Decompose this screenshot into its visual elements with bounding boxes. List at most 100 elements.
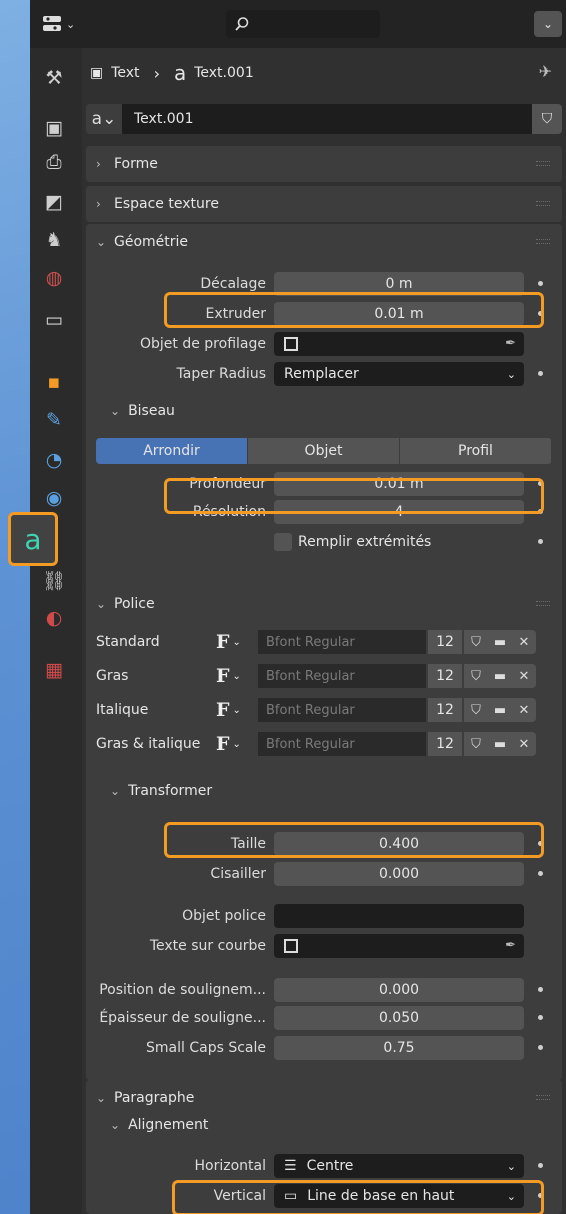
drag-handle-icon[interactable]	[536, 201, 550, 206]
texture-icon[interactable]: ▦	[40, 656, 68, 684]
scene-icon[interactable]: ♞	[40, 226, 68, 254]
extruder-field[interactable]: 0.01 m	[274, 302, 524, 326]
keyframe-dot-icon[interactable]	[538, 987, 543, 992]
shield-icon[interactable]: ⛉	[464, 732, 488, 756]
folder-icon[interactable]: ▬	[488, 732, 512, 756]
tool-icon[interactable]: ⚒	[40, 64, 68, 92]
profondeur-field[interactable]: 0.01 m	[274, 472, 524, 496]
font-name-field[interactable]: Bfont Regular	[258, 630, 426, 654]
keyframe-dot-icon[interactable]	[538, 371, 543, 376]
cisailler-field[interactable]: 0.000	[274, 862, 524, 886]
drag-handle-icon[interactable]	[536, 161, 550, 166]
folder-icon[interactable]: ▬	[488, 698, 512, 722]
pin-icon[interactable]: ✈	[539, 62, 552, 81]
keyframe-dot-icon[interactable]	[538, 841, 543, 846]
small-caps-field[interactable]: 0.75	[274, 1036, 524, 1060]
fake-user-button[interactable]: ⛉	[532, 104, 562, 134]
eyedropper-icon[interactable]: ✒	[505, 938, 516, 953]
font-name-field[interactable]: Bfont Regular	[258, 732, 426, 756]
search-input[interactable]	[226, 10, 380, 38]
mode-profil[interactable]: Profil	[400, 438, 552, 464]
subpanel-biseau[interactable]: ⌄ Biseau	[96, 396, 175, 426]
profil-object-field[interactable]: ✒	[274, 332, 524, 356]
font-browse-button[interactable]: F ⌄	[216, 630, 256, 654]
render-icon[interactable]: ▣	[40, 114, 68, 142]
mode-objet[interactable]: Objet	[248, 438, 400, 464]
font-browse-button[interactable]: F ⌄	[216, 664, 256, 688]
panel-header-espace[interactable]: › Espace texture	[86, 186, 562, 222]
resolution-field[interactable]: 4	[274, 500, 524, 524]
close-icon[interactable]: ✕	[512, 630, 536, 654]
font-name-field[interactable]: Bfont Regular	[258, 664, 426, 688]
keyframe-dot-icon[interactable]	[538, 1163, 543, 1168]
font-label: Italique	[96, 702, 149, 718]
font-name-field[interactable]: Bfont Regular	[258, 698, 426, 722]
shield-icon[interactable]: ⛉	[464, 698, 488, 722]
folder-icon[interactable]: ▬	[488, 664, 512, 688]
drag-handle-icon[interactable]	[536, 239, 550, 244]
drag-handle-icon[interactable]	[536, 601, 550, 606]
epaisseur-soulignement-field[interactable]: 0.050	[274, 1006, 524, 1030]
object-icon[interactable]: ▪	[40, 368, 68, 396]
panel-title: Forme	[114, 156, 158, 172]
subpanel-transformer[interactable]: ⌄ Transformer	[96, 776, 212, 806]
close-icon[interactable]: ✕	[512, 664, 536, 688]
particles-icon[interactable]: ◔	[40, 446, 68, 474]
font-browse-button[interactable]: F ⌄	[216, 732, 256, 756]
remplir-checkbox[interactable]	[274, 533, 292, 551]
position-soulignement-field[interactable]: 0.000	[274, 978, 524, 1002]
close-icon[interactable]: ✕	[512, 732, 536, 756]
keyframe-dot-icon[interactable]	[538, 311, 543, 316]
options-dropdown[interactable]: ⌄	[534, 11, 562, 37]
row-objet-police: Objet police	[86, 902, 562, 930]
close-icon[interactable]: ✕	[512, 698, 536, 722]
physics-icon[interactable]: ◉	[40, 484, 68, 512]
eyedropper-icon[interactable]: ✒	[505, 336, 516, 351]
taille-field[interactable]: 0.400	[274, 832, 524, 856]
panel-header-forme[interactable]: › Forme	[86, 146, 562, 182]
row-decalage: Décalage 0 m	[86, 270, 562, 298]
world-icon[interactable]: ◍	[40, 264, 68, 292]
collection-icon[interactable]: ▭	[40, 306, 68, 334]
chevron-down-icon: ⌄	[96, 1091, 107, 1105]
keyframe-dot-icon[interactable]	[538, 281, 543, 286]
material-icon[interactable]: ◐	[40, 604, 68, 632]
keyframe-dot-icon[interactable]	[538, 1015, 543, 1020]
row-cisailler: Cisailler 0.000	[86, 860, 562, 888]
keyframe-dot-icon[interactable]	[538, 1193, 543, 1198]
folder-icon[interactable]: ▬	[488, 630, 512, 654]
taper-radius-dropdown[interactable]: Remplacer ⌄	[274, 362, 524, 386]
keyframe-dot-icon[interactable]	[538, 539, 543, 544]
view-layer-icon[interactable]: ◩	[40, 188, 68, 216]
constraints-icon[interactable]: ⛓	[40, 566, 68, 594]
texte-courbe-field[interactable]: ✒	[274, 934, 524, 958]
datablock-browse-button[interactable]: a⌄	[86, 104, 122, 134]
objet-police-field[interactable]	[274, 904, 524, 928]
horizontal-dropdown[interactable]: ☰ Centre ⌄	[274, 1154, 524, 1178]
shield-icon[interactable]: ⛉	[464, 664, 488, 688]
output-icon[interactable]: ⎙	[40, 148, 68, 176]
panel-header-geometrie[interactable]: ⌄ Géométrie	[86, 224, 562, 260]
mode-arrondir[interactable]: Arrondir	[96, 438, 248, 464]
datablock-name-field[interactable]: Text.001	[122, 104, 532, 134]
keyframe-dot-icon[interactable]	[538, 481, 543, 486]
keyframe-dot-icon[interactable]	[538, 1045, 543, 1050]
vertical-dropdown[interactable]: ▭ Line de base en haut ⌄	[274, 1184, 524, 1208]
keyframe-dot-icon[interactable]	[538, 509, 543, 514]
shield-icon[interactable]: ⛉	[464, 630, 488, 654]
keyframe-dot-icon[interactable]	[538, 871, 543, 876]
editor-type-button[interactable]: ⌄	[42, 11, 86, 37]
font-users-count[interactable]: 12	[428, 664, 462, 688]
font-users-count[interactable]: 12	[428, 630, 462, 654]
drag-handle-icon[interactable]	[536, 1095, 550, 1100]
editor-type-icon	[43, 16, 61, 31]
panel-header-police[interactable]: ⌄ Police	[86, 586, 562, 622]
font-browse-button[interactable]: F ⌄	[216, 698, 256, 722]
subpanel-alignement[interactable]: ⌄ Alignement	[96, 1110, 208, 1140]
text-data-icon[interactable]: a	[8, 512, 58, 566]
decalage-field[interactable]: 0 m	[274, 272, 524, 296]
properties-tabs: ⚒ ▣ ⎙ ◩ ♞ ◍ ▭ ▪ ✎ ◔ ◉ a ⛓ ◐ ▦	[8, 48, 82, 1214]
font-users-count[interactable]: 12	[428, 732, 462, 756]
font-users-count[interactable]: 12	[428, 698, 462, 722]
modifier-icon[interactable]: ✎	[40, 406, 68, 434]
